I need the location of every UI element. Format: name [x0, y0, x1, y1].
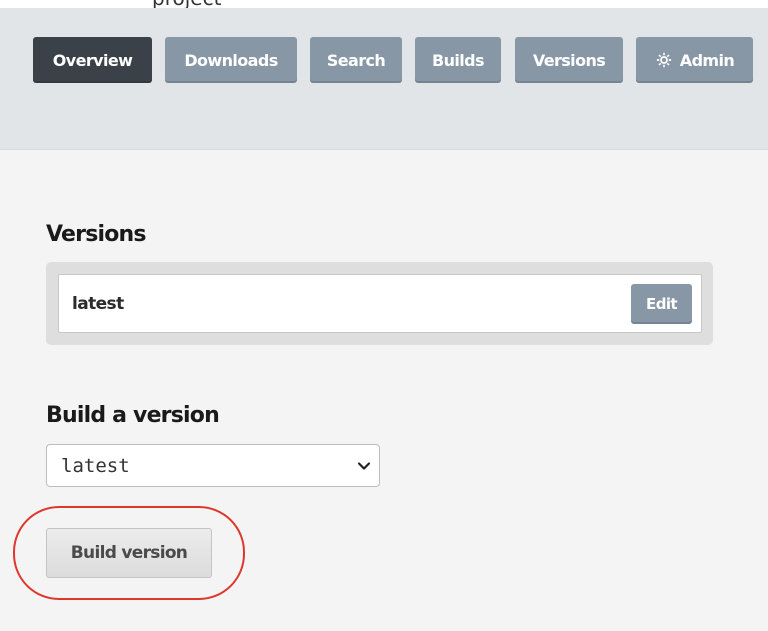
build-version-button[interactable]: Build version	[46, 528, 212, 578]
chevron-down-icon	[357, 462, 371, 470]
build-version-heading: Build a version	[46, 403, 220, 428]
tab-overview[interactable]: Overview	[33, 37, 152, 83]
tab-search-label: Search	[326, 50, 386, 70]
tab-versions[interactable]: Versions	[515, 37, 623, 83]
top-strip: project	[0, 0, 768, 8]
tab-builds-label: Builds	[432, 50, 485, 70]
version-name: latest	[72, 294, 124, 314]
tab-search[interactable]: Search	[310, 37, 402, 83]
tab-downloads[interactable]: Downloads	[165, 37, 297, 83]
version-select[interactable]: latest	[46, 444, 380, 487]
tab-builds[interactable]: Builds	[415, 37, 501, 83]
version-select-value: latest	[61, 455, 130, 477]
tab-versions-label: Versions	[532, 50, 606, 70]
gear-icon	[656, 52, 671, 68]
tab-admin[interactable]: Admin	[636, 37, 753, 83]
tab-overview-label: Overview	[52, 50, 133, 70]
edit-version-button[interactable]: Edit	[631, 284, 692, 324]
versions-list: latest Edit	[46, 262, 713, 345]
version-row-latest: latest Edit	[58, 274, 702, 333]
versions-heading: Versions	[46, 222, 147, 247]
tab-downloads-label: Downloads	[184, 50, 278, 70]
project-heading-cropped: project	[152, 0, 221, 8]
tab-admin-label: Admin	[679, 50, 735, 70]
project-nav-bar: Overview Downloads Search Builds Version…	[0, 8, 768, 150]
